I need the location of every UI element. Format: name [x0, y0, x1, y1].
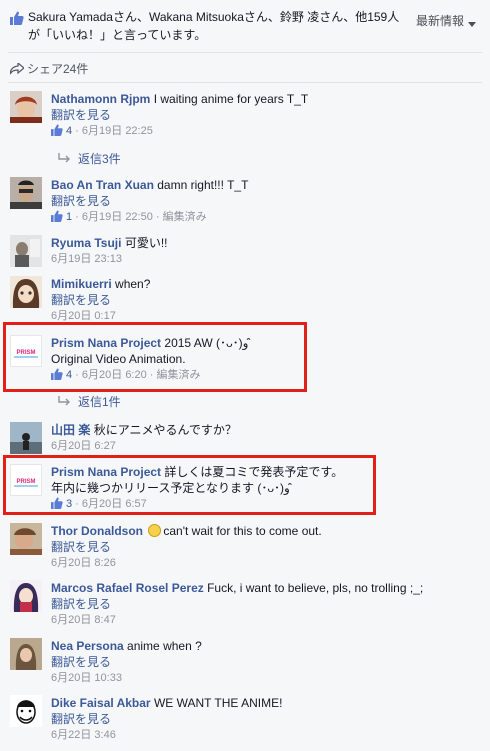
comment-timestamp[interactable]: 6月19日 23:13 — [51, 253, 122, 265]
comment-author[interactable]: Bao An Tran Xuan — [51, 178, 154, 192]
thumbs-up-icon[interactable] — [51, 497, 63, 514]
edited-label[interactable]: 編集済み — [163, 211, 207, 223]
logo-text: PRISM — [16, 479, 35, 485]
reply-arrow-icon — [58, 395, 70, 409]
replies-count: 返信1件 — [78, 395, 121, 409]
post-summary: Sakura Yamadaさん、Wakana Mitsuokaさん、鈴野 凌さん… — [0, 0, 490, 85]
comment-author[interactable]: Thor Donaldson — [51, 524, 143, 538]
view-replies-link[interactable]: 返信1件 — [58, 393, 121, 410]
separator: · — [72, 125, 82, 137]
avatar[interactable] — [10, 523, 42, 555]
edited-label[interactable]: 編集済み — [157, 369, 201, 381]
logo-text: PRISM — [16, 350, 35, 356]
shares-link[interactable]: シェア24件 — [9, 60, 89, 78]
avatar[interactable] — [10, 235, 42, 267]
comment-text: damn right!!! T_T — [157, 178, 249, 192]
translate-link[interactable]: 翻訳を見る — [51, 712, 111, 726]
thumbs-up-icon[interactable] — [51, 368, 63, 385]
separator: · — [72, 211, 82, 223]
comment-text: anime when ? — [127, 639, 202, 653]
replies-count: 返信3件 — [78, 152, 121, 166]
translate-link[interactable]: 翻訳を見る — [51, 194, 111, 208]
page-logo[interactable]: PRISM — [10, 335, 42, 367]
comment-timestamp[interactable]: 6月20日 8:26 — [51, 557, 116, 569]
comment-text-line2: 年内に幾つかリリース予定となります (･ᴗ･)و ̑̑ — [51, 481, 294, 495]
chevron-down-icon[interactable] — [468, 16, 476, 30]
comment-timestamp[interactable]: 6月19日 22:50 — [82, 211, 153, 223]
page-logo[interactable]: PRISM — [10, 464, 42, 496]
divider — [8, 52, 482, 53]
thumbs-up-icon[interactable] — [51, 124, 63, 141]
comment-text: Fuck, i want to believe, pls, no trollin… — [207, 581, 424, 595]
comment-timestamp[interactable]: 6月22日 3:46 — [51, 729, 116, 741]
translate-link[interactable]: 翻訳を見る — [51, 597, 111, 611]
comment-timestamp[interactable]: 6月20日 6:57 — [82, 498, 147, 510]
comment-text: can't wait for this to come out. — [163, 524, 322, 538]
comment-author[interactable]: Ryuma Tsuji — [51, 236, 121, 250]
separator: · — [72, 498, 82, 510]
likes-summary: Sakura Yamadaさん、Wakana Mitsuokaさん、鈴野 凌さん… — [8, 8, 478, 48]
comment-author[interactable]: Prism Nana Project — [51, 336, 161, 350]
likes-summary-text[interactable]: Sakura Yamadaさん、Wakana Mitsuokaさん、鈴野 凌さん… — [28, 8, 408, 44]
avatar[interactable] — [10, 177, 42, 209]
separator: · — [146, 369, 157, 381]
translate-link[interactable]: 翻訳を見る — [51, 108, 111, 122]
reply-arrow-icon — [58, 152, 70, 166]
comment-text: 秋にアニメやるんですか？ — [93, 423, 237, 437]
separator: · — [72, 369, 82, 381]
divider — [8, 82, 482, 83]
comment-text: 可愛い!! — [124, 236, 168, 250]
thumbs-up-icon — [10, 11, 24, 28]
comment-author[interactable]: Nathamonn Rjpm — [51, 92, 150, 106]
comment-timestamp[interactable]: 6月20日 0:17 — [51, 310, 116, 322]
comment-text-line2: Original Video Animation. — [51, 352, 186, 366]
comment-author[interactable]: Marcos Rafael Rosel Perez — [51, 581, 204, 595]
separator: · — [152, 211, 163, 223]
translate-link[interactable]: 翻訳を見る — [51, 540, 111, 554]
comment-author[interactable]: Dike Faisal Akbar — [51, 696, 151, 710]
avatar[interactable] — [10, 638, 42, 670]
avatar[interactable] — [10, 695, 42, 727]
smiley-icon — [148, 524, 162, 537]
comment-author[interactable]: 山田 楽 — [51, 423, 90, 437]
avatar[interactable] — [10, 276, 42, 308]
translate-link[interactable]: 翻訳を見る — [51, 655, 111, 669]
comment-timestamp[interactable]: 6月20日 6:20 — [82, 369, 147, 381]
avatar[interactable] — [10, 422, 42, 454]
comment-text: WE WANT THE ANIME! — [153, 696, 283, 710]
comment-timestamp[interactable]: 6月20日 6:27 — [51, 440, 116, 452]
sort-dropdown[interactable]: 最新情報 — [416, 12, 464, 29]
shares-count: シェア24件 — [27, 62, 89, 76]
comment-text: when? — [115, 277, 151, 291]
avatar[interactable] — [10, 91, 42, 123]
comment-author[interactable]: Prism Nana Project — [51, 465, 161, 479]
comment-text: 詳しくは夏コミで発表予定です。 — [164, 465, 344, 479]
comment-text: 2015 AW (･ᴗ･)و ̑̑ — [164, 336, 252, 350]
view-replies-link[interactable]: 返信3件 — [58, 150, 121, 167]
translate-link[interactable]: 翻訳を見る — [51, 293, 111, 307]
comment-text: I waiting anime for years T_T — [153, 92, 309, 106]
comment-timestamp[interactable]: 6月20日 8:47 — [51, 614, 116, 626]
comment-author[interactable]: Nea Persona — [51, 639, 124, 653]
thumbs-up-icon[interactable] — [51, 210, 63, 227]
comment-timestamp[interactable]: 6月20日 10:33 — [51, 672, 122, 684]
comment-author[interactable]: Mimikuerri — [51, 277, 112, 291]
avatar[interactable] — [10, 580, 42, 612]
share-icon — [9, 61, 25, 78]
comment-timestamp[interactable]: 6月19日 22:25 — [82, 125, 153, 137]
